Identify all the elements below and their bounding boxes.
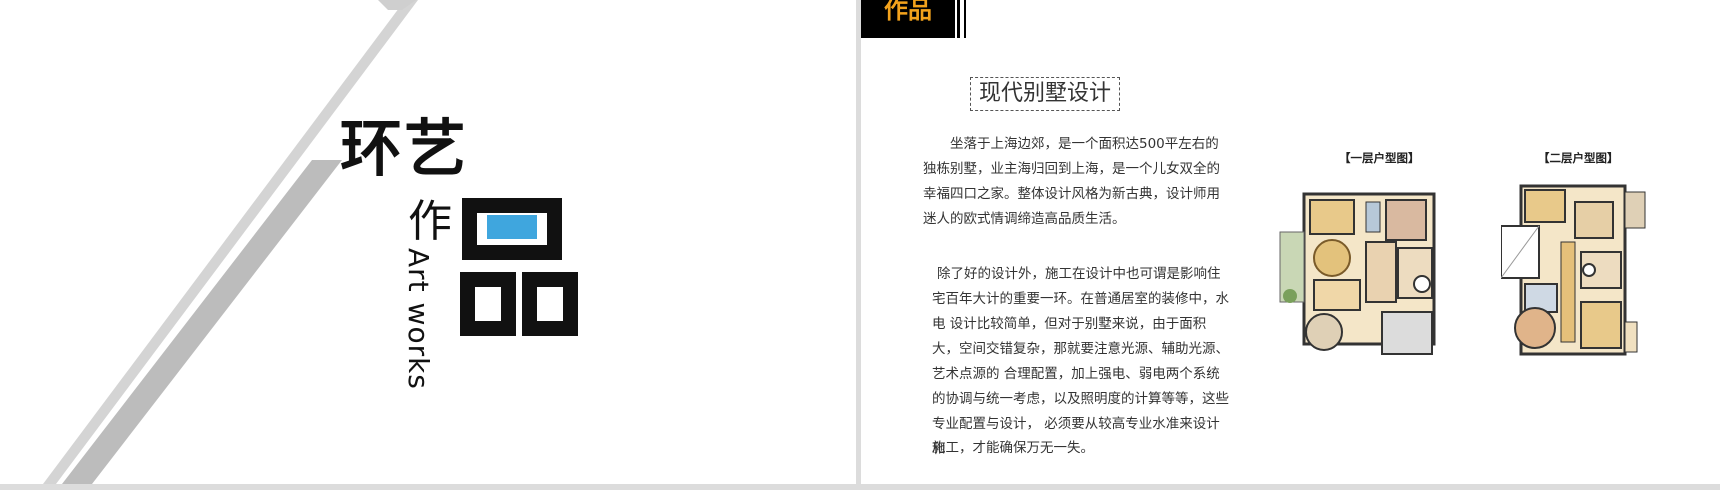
- title-character-pin: [460, 198, 578, 338]
- section-tag: 作品: [861, 0, 955, 38]
- accent-block: [487, 215, 537, 239]
- tag-bar-2: [964, 0, 966, 38]
- section-title: 现代别墅设计: [970, 77, 1121, 111]
- paragraph-construction: 除了好的设计外，施工在设计中也可谓是影响住宅百年大计的重要一环。在普通居室的装修…: [932, 266, 1229, 457]
- plan1-label: 【一层户型图】: [1339, 151, 1420, 165]
- dark-diagonal-band: [62, 160, 342, 484]
- plan2-label: 【二层户型图】: [1538, 151, 1619, 165]
- tag-bar-1: [957, 0, 960, 38]
- floor-plan-1-drawing: [1274, 172, 1470, 370]
- content-slide: 作品 现代别墅设计 坐落于上海边郊，是一个面积达500平左右的独栋别墅，业主海归…: [861, 0, 1720, 484]
- title-main: 环艺: [340, 112, 469, 185]
- floor-plan-2-drawing: [1500, 172, 1651, 370]
- subtitle-vertical: Art works: [402, 248, 435, 390]
- title-character-zuo: 作: [408, 196, 452, 247]
- paragraph-construction-end: 施工，才能确保万无一失。: [932, 440, 1094, 456]
- thin-diagonal-line: [43, 0, 418, 484]
- paragraph-intro: 坐落于上海边郊，是一个面积达500平左右的独栋别墅，业主海归回到上海，是一个儿女…: [923, 136, 1220, 227]
- floor-plan-2-image: [1500, 172, 1651, 370]
- pin-bottom-left-box: [460, 272, 516, 336]
- pin-bottom-right-box: [522, 272, 578, 336]
- floor-plan-1-image: [1274, 172, 1470, 370]
- title-slide: 环艺 作 Art works: [0, 0, 856, 484]
